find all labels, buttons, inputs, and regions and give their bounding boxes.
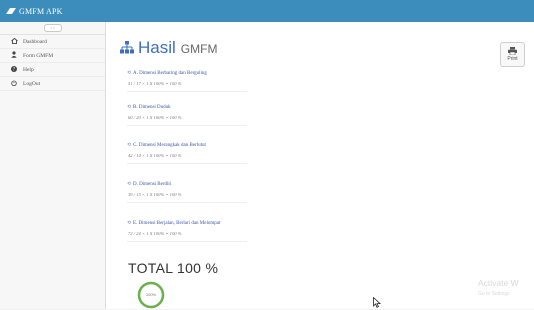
divider xyxy=(127,125,247,126)
page-title: Hasil GMFM xyxy=(120,38,217,58)
dimension-e: ⟲ E. Dimensi Berjalan, Berlari dan Melomp… xyxy=(127,220,247,242)
dimension-name: E. Dimensi Berjalan, Berlari dan Melompa… xyxy=(133,221,221,226)
sidebar-item-label: Form GMFM xyxy=(23,52,54,59)
dashboard-icon xyxy=(10,37,18,46)
top-navbar: GMFM APK xyxy=(0,0,534,22)
dimension-formula: 72 / 24 × 1 X 100% = 100 % xyxy=(128,231,182,236)
print-button[interactable]: Print xyxy=(500,42,525,67)
sidebar-collapse-label: ‹ › xyxy=(43,24,62,32)
help-icon: ? xyxy=(10,65,18,74)
dimension-b: ⟲ B. Dimensi Duduk 60 / 20 × 1 X 100% = 1… xyxy=(127,104,247,126)
sidebar-item-label: Dashboard xyxy=(23,38,47,45)
windows-activation-watermark: Activate W Go to Settings xyxy=(478,278,532,297)
dimension-a: ⟲ A. Dimensi Berbaring dan Berguling 51 /… xyxy=(127,70,247,92)
dimension-c: ⟲ C. Dimensi Merangkak dan Berlutut 42 / … xyxy=(127,142,247,164)
dimension-name: A. Dimensi Berbaring dan Berguling xyxy=(133,71,207,76)
sidebar-item-label: Help xyxy=(23,66,34,73)
dimension-formula: 51 / 17 × 1 X 100% = 100 % xyxy=(128,81,182,86)
divider xyxy=(127,163,247,164)
sidebar-item-dashboard[interactable]: Dashboard xyxy=(0,35,105,49)
sitemap-icon xyxy=(120,41,134,54)
dimension-formula: 39 / 13 × 1 X 100% = 100 % xyxy=(128,192,182,197)
main-content: Hasil GMFM Print ⟲ A. Dimensi Berbaring d… xyxy=(106,22,534,309)
watermark-line-2: Go to Settings xyxy=(478,291,510,297)
brand-logo-icon xyxy=(6,8,16,14)
app-name: GMFM APK xyxy=(19,6,63,16)
total-score: TOTAL 100 % xyxy=(128,260,219,276)
watermark-line-1: Activate W xyxy=(478,278,519,288)
page-subtitle: GMFM xyxy=(180,42,218,56)
sidebar-item-logout[interactable]: LogOut xyxy=(0,77,105,91)
sidebar-menu: Dashboard Form GMFM ? Help LogOut xyxy=(0,35,105,91)
mouse-cursor-icon xyxy=(373,297,381,308)
divider xyxy=(127,202,247,203)
gauge-value: 100% xyxy=(145,292,157,297)
sidebar-item-form-gmfm[interactable]: Form GMFM xyxy=(0,49,105,63)
dimension-formula: 60 / 20 × 1 X 100% = 100 % xyxy=(128,115,182,120)
user-icon xyxy=(10,51,18,60)
sidebar-collapse-toggle[interactable]: ‹ › xyxy=(0,22,105,35)
divider xyxy=(127,241,247,242)
dimension-name: C. Dimensi Merangkak dan Berlutut xyxy=(133,143,206,148)
dimension-d: ⟲ D. Dimensi Berdiri 39 / 13 × 1 X 100% =… xyxy=(127,181,247,203)
dimension-name: B. Dimensi Duduk xyxy=(133,105,171,110)
sidebar-item-help[interactable]: ? Help xyxy=(0,63,105,77)
power-icon xyxy=(10,79,18,88)
page-title-text: Hasil xyxy=(138,38,176,57)
dimension-formula: 42 / 14 × 1 X 100% = 100 % xyxy=(128,153,182,158)
app-brand[interactable]: GMFM APK xyxy=(6,7,63,16)
sidebar-item-label: LogOut xyxy=(23,80,41,87)
divider xyxy=(127,91,247,92)
printer-icon xyxy=(508,47,517,55)
sidebar: ‹ › Dashboard Form GMFM ? Help LogOut xyxy=(0,22,106,309)
dimension-name: D. Dimensi Berdiri xyxy=(133,182,172,187)
print-button-label: Print xyxy=(507,56,518,62)
